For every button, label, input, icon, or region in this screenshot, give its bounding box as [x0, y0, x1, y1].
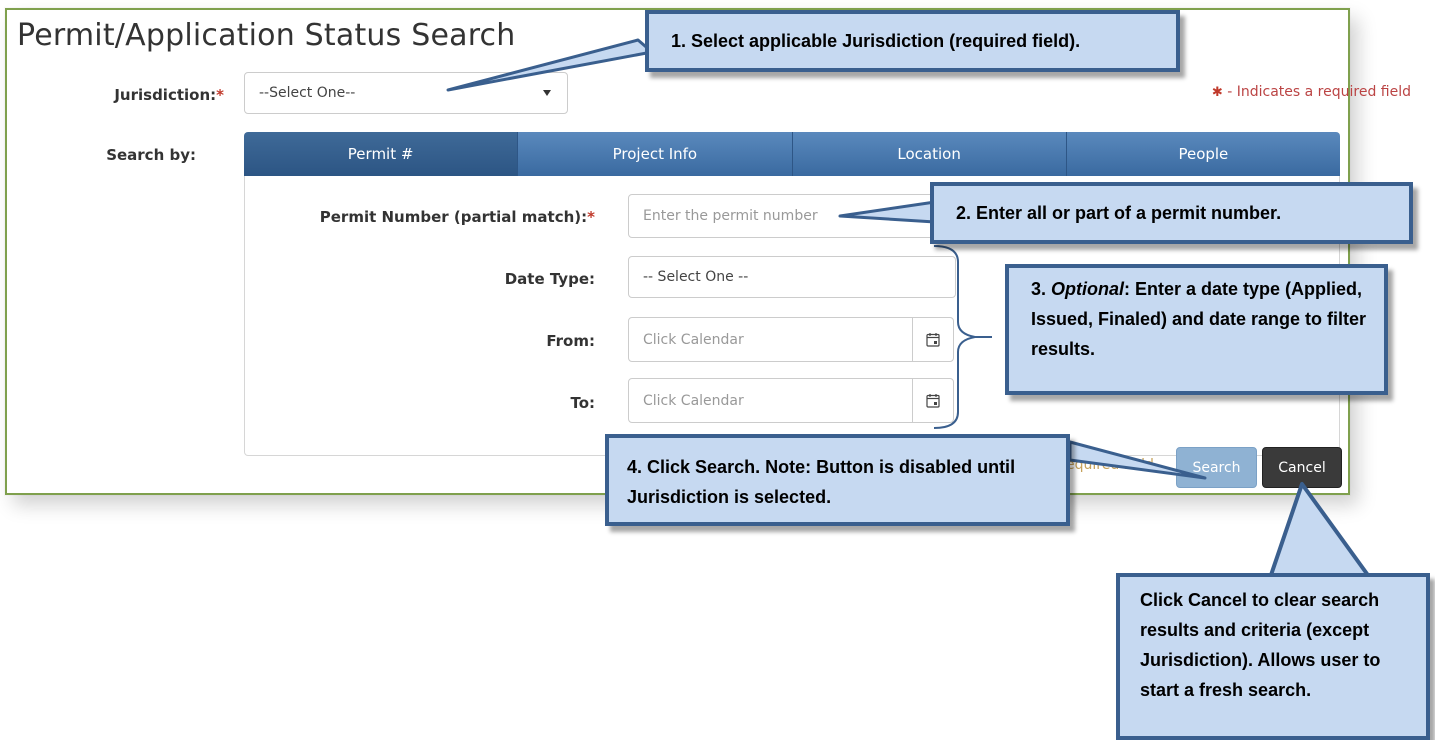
- permit-number-label: Permit Number (partial match):*: [290, 208, 595, 226]
- to-date-placeholder: Click Calendar: [643, 392, 744, 409]
- search-by-tabs: Permit # Project Info Location People: [244, 132, 1340, 176]
- callout-4: 4. Click Search. Note: Button is disable…: [605, 434, 1070, 526]
- from-date-placeholder: Click Calendar: [643, 331, 744, 348]
- tab-project-info[interactable]: Project Info: [517, 132, 792, 176]
- search-by-label: Search by:: [106, 146, 196, 164]
- to-date-input[interactable]: Click Calendar: [628, 378, 954, 423]
- required-field-note-text: - Indicates a required field: [1222, 84, 1411, 100]
- required-field-footer-note: equired field: [1066, 457, 1154, 473]
- date-type-label: Date Type:: [504, 270, 595, 288]
- date-type-selected-value: -- Select One --: [643, 269, 749, 285]
- required-asterisk-icon: ✱: [1211, 85, 1223, 100]
- tab-permit-number[interactable]: Permit #: [244, 132, 518, 176]
- callout-1: 1. Select applicable Jurisdiction (requi…: [645, 10, 1180, 72]
- required-field-note: ✱ - Indicates a required field: [1212, 84, 1411, 100]
- to-calendar-button[interactable]: [912, 379, 953, 422]
- tab-location[interactable]: Location: [791, 132, 1066, 176]
- jurisdiction-select[interactable]: --Select One--: [244, 72, 568, 114]
- callout-3: 3. Optional: Enter a date type (Applied,…: [1005, 264, 1388, 395]
- jurisdiction-label-text: Jurisdiction:: [114, 86, 217, 104]
- jurisdiction-selected-value: --Select One--: [259, 85, 356, 101]
- calendar-icon: [926, 333, 940, 347]
- from-calendar-button[interactable]: [912, 318, 953, 361]
- chevron-down-icon: [543, 90, 551, 96]
- callout-3-optional: Optional: [1051, 279, 1125, 299]
- calendar-icon: [926, 394, 940, 408]
- from-date-input[interactable]: Click Calendar: [628, 317, 954, 362]
- callout-5-pointer: [1268, 482, 1372, 580]
- jurisdiction-label: Jurisdiction:*: [60, 86, 224, 104]
- date-type-select[interactable]: -- Select One --: [628, 256, 956, 298]
- callout-2: 2. Enter all or part of a permit number.: [930, 182, 1413, 244]
- callout-5: Click Cancel to clear search results and…: [1116, 573, 1430, 740]
- from-label: From:: [546, 332, 595, 350]
- tab-people[interactable]: People: [1065, 132, 1340, 176]
- search-button[interactable]: Search: [1176, 447, 1257, 488]
- cancel-button[interactable]: Cancel: [1262, 447, 1342, 488]
- to-label: To:: [570, 394, 595, 412]
- callout-3-prefix: 3.: [1031, 279, 1052, 299]
- required-asterisk: *: [216, 86, 224, 104]
- page-title: Permit/Application Status Search: [17, 18, 516, 53]
- permit-number-input[interactable]: Enter the permit number: [628, 194, 956, 238]
- permit-number-label-text: Permit Number (partial match):: [319, 208, 588, 226]
- permit-number-placeholder: Enter the permit number: [643, 208, 818, 224]
- required-asterisk: *: [587, 208, 595, 226]
